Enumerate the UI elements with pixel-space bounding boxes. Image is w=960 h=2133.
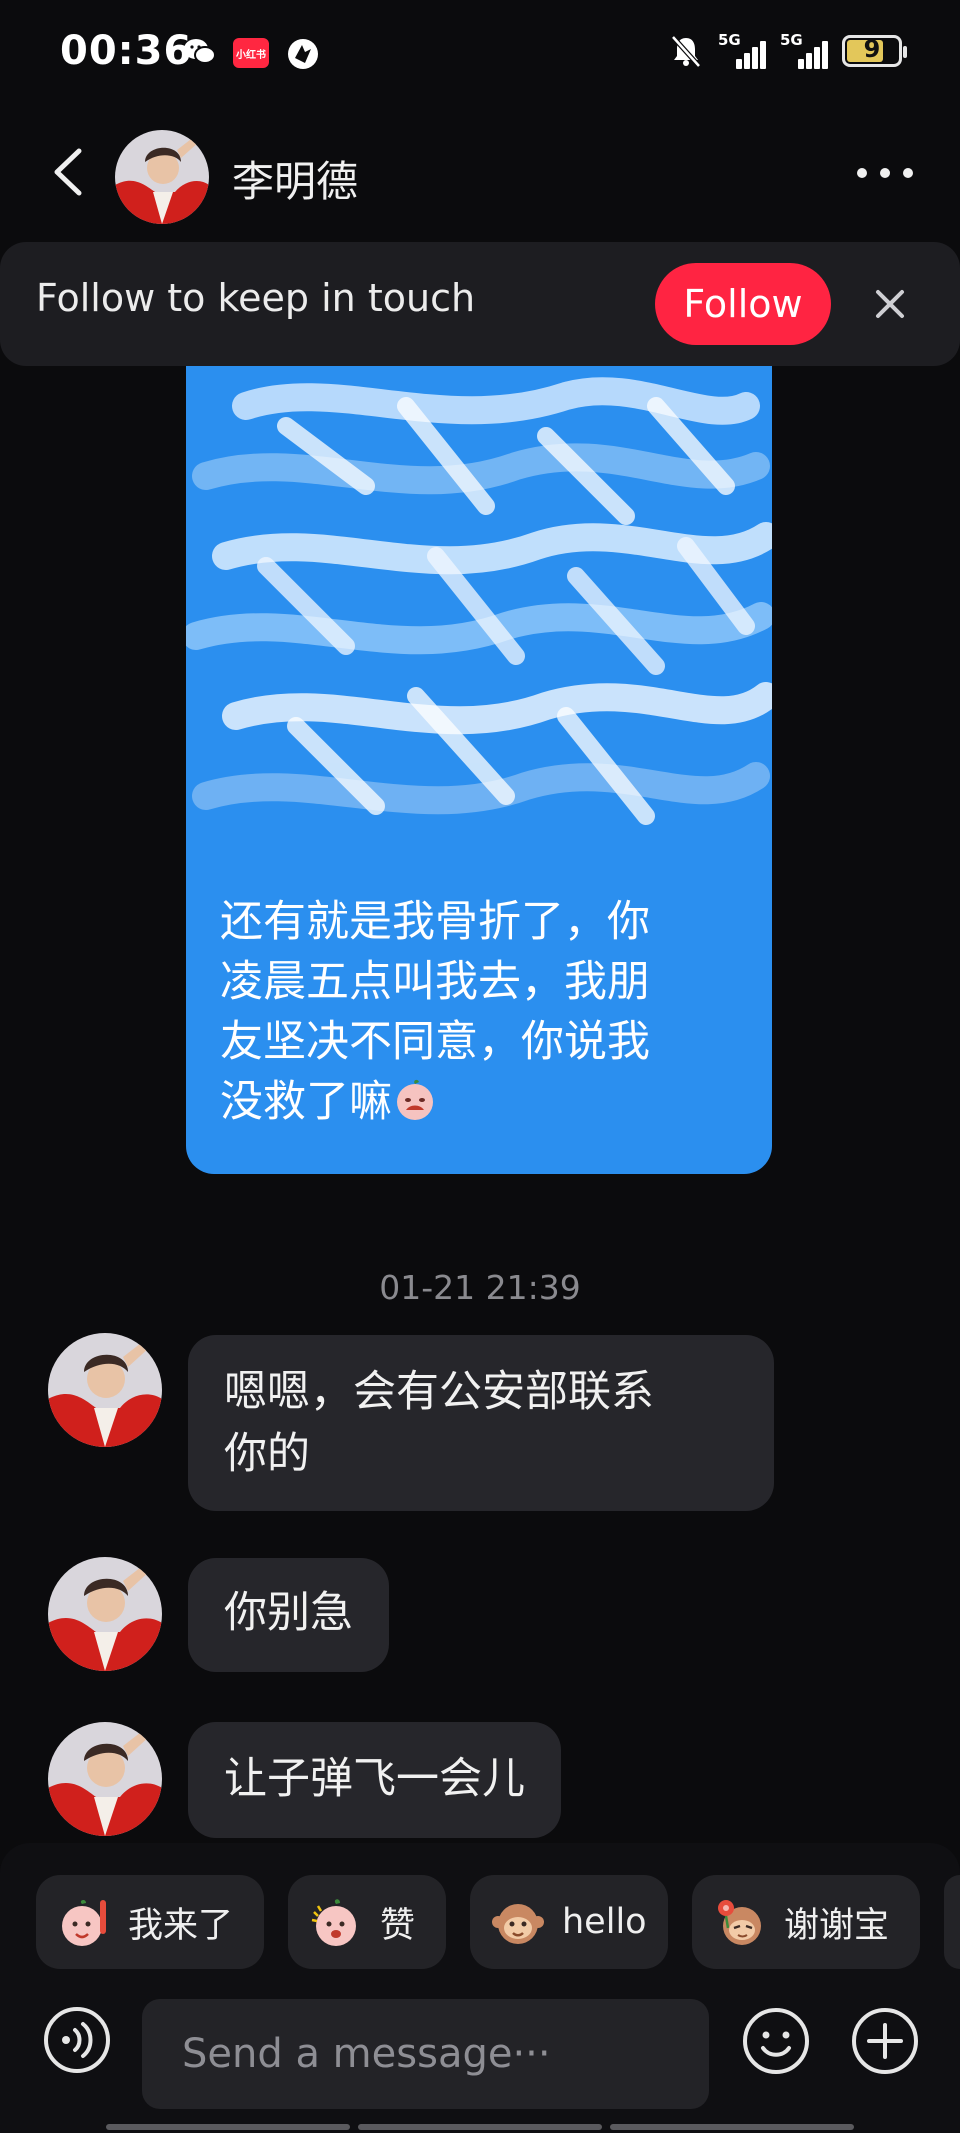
my-message-text: 还有就是我骨折了，你 凌晨五点叫我去，我朋 友坚决不同意，你说我 没救了嘛 <box>220 892 760 1132</box>
incoming-message-bubble[interactable]: 嗯嗯，会有公安部联系 你的 <box>188 1335 774 1511</box>
incoming-message-line: 让子弹飞一会儿 <box>224 1754 525 1804</box>
close-banner-button[interactable] <box>866 280 914 328</box>
my-message-line: 友坚决不同意，你说我 <box>220 1017 650 1067</box>
incoming-message-bubble[interactable]: 你别急 <box>188 1558 389 1672</box>
contact-avatar[interactable] <box>48 1557 162 1671</box>
mute-bell-icon <box>671 35 701 68</box>
sticker-wave-icon <box>62 1900 106 1946</box>
quick-reply-chip[interactable]: 谢谢宝 <box>692 1875 920 1969</box>
my-message-line: 没救了嘛 <box>220 1077 392 1127</box>
incoming-message-bubble[interactable]: 让子弹飞一会儿 <box>188 1722 561 1838</box>
my-message-last-line-wrap: 没救了嘛 <box>220 1072 760 1132</box>
contact-avatar[interactable] <box>115 130 209 224</box>
clock: 00:36 <box>60 28 193 74</box>
redaction-scribble <box>186 377 772 825</box>
back-button[interactable] <box>40 144 96 200</box>
quick-reply-chip-overflow[interactable] <box>944 1875 960 1969</box>
voice-input-button[interactable] <box>42 2005 112 2075</box>
incoming-message-line: 你别急 <box>224 1588 353 1638</box>
sim1-network-label: 5G <box>718 31 741 49</box>
status-bar: 00:36 小红书 5G 5G 9 <box>0 0 960 110</box>
chevron-left-icon <box>54 148 82 196</box>
signal-sim1-icon: 5G <box>718 31 766 71</box>
more-options-button[interactable] <box>850 148 920 198</box>
more-dots-icon <box>857 168 913 178</box>
quick-reply-chip[interactable]: hello <box>470 1875 668 1969</box>
status-indicators: 5G 5G 9 <box>668 26 907 76</box>
incoming-message-line: 你的 <box>224 1429 310 1479</box>
quick-reply-chip[interactable]: 我来了 <box>36 1875 264 1969</box>
incoming-message-line: 嗯嗯，会有公安部联系 <box>224 1367 654 1417</box>
app-notification-icon <box>288 39 318 69</box>
quick-reply-label: 我来了 <box>128 1905 234 1946</box>
quick-reply-label: 谢谢宝 <box>784 1905 890 1946</box>
follow-button[interactable]: Follow <box>655 263 831 345</box>
follow-banner: Follow to keep in touch Follow <box>0 242 960 366</box>
chat-header: 李明德 <box>0 110 960 235</box>
contact-avatar[interactable] <box>48 1333 162 1447</box>
add-attachment-button[interactable] <box>849 2005 921 2077</box>
sticker-monkey-icon <box>492 1904 544 1944</box>
xiaohongshu-icon: 小红书 <box>233 38 269 68</box>
battery-level: 9 <box>863 35 881 63</box>
message-timestamp: 01-21 21:39 <box>379 1268 581 1307</box>
battery-icon: 9 <box>842 35 907 67</box>
contact-avatar[interactable] <box>48 1722 162 1836</box>
quick-reply-label: hello <box>562 1902 647 1942</box>
emoji-button[interactable] <box>740 2005 812 2077</box>
sticker-thanks-icon <box>718 1900 761 1945</box>
follow-banner-text: Follow to keep in touch <box>36 276 476 320</box>
quick-reply-label: 赞 <box>380 1905 416 1946</box>
my-message-line: 凌晨五点叫我去，我朋 <box>220 957 650 1007</box>
quick-reply-chip[interactable]: 赞 <box>288 1875 446 1969</box>
quick-reply-bar: 我来了 赞 hello 谢谢宝 <box>0 1843 960 1975</box>
home-indicator <box>106 2124 854 2130</box>
close-icon <box>876 290 904 318</box>
contact-name: 李明德 <box>232 157 359 206</box>
sim2-network-label: 5G <box>780 31 803 49</box>
my-message-line: 还有就是我骨折了，你 <box>220 897 650 947</box>
message-input-bar <box>0 1975 960 2133</box>
message-input[interactable] <box>142 1999 709 2109</box>
wechat-icon <box>184 39 216 64</box>
sticker-thumbs-icon <box>311 1899 356 1946</box>
my-message-bubble[interactable]: 还有就是我骨折了，你 凌晨五点叫我去，我朋 友坚决不同意，你说我 没救了嘛 <box>186 366 772 1174</box>
signal-sim2-icon: 5G <box>780 31 828 71</box>
crying-sticker-icon <box>397 1079 433 1120</box>
